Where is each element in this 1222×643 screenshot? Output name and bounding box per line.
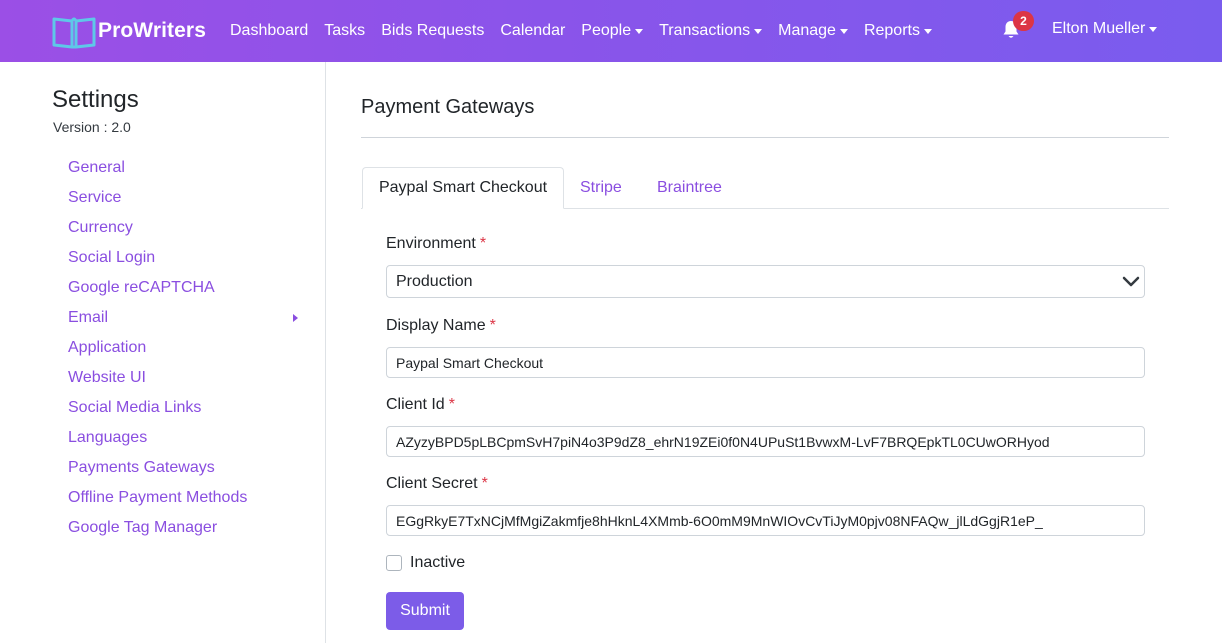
display-name-input[interactable] <box>386 347 1145 378</box>
nav-label: Reports <box>863 22 920 39</box>
caret-down-icon <box>923 29 932 34</box>
sidebar-item-label: Google Tag Manager <box>68 519 218 536</box>
required-asterisk: * <box>489 317 496 334</box>
environment-selected-value: Production <box>396 272 473 290</box>
sidebar-item-label: General <box>68 159 125 176</box>
nav-label: Transactions <box>659 22 751 39</box>
version-label: Version : 2.0 <box>53 119 131 135</box>
sidebar-item-label: Languages <box>68 429 148 446</box>
open-book-icon <box>52 17 96 49</box>
sidebar-title: Settings <box>52 86 139 113</box>
sidebar-item-label: Website UI <box>68 369 146 386</box>
sidebar-item-label: Google reCAPTCHA <box>68 279 215 296</box>
label-text: Client Id <box>386 396 445 413</box>
main-nav: Dashboard Tasks Bids Requests Calendar P… <box>230 0 948 62</box>
inactive-checkbox[interactable] <box>386 555 402 571</box>
client-secret-input[interactable] <box>386 505 1145 536</box>
tab-braintree[interactable]: Braintree <box>657 167 722 209</box>
top-navbar: ProWriters Dashboard Tasks Bids Requests… <box>0 0 1222 62</box>
sidebar-item-label: Email <box>68 309 109 326</box>
nav-label: Calendar <box>500 22 566 39</box>
caret-down-icon <box>635 29 644 34</box>
notification-count-badge: 2 <box>1013 11 1034 31</box>
client-id-input[interactable] <box>386 426 1145 457</box>
sidebar-item-google-tag-manager[interactable]: Google Tag Manager <box>68 508 300 548</box>
sidebar-item-label: Social Login <box>68 249 156 266</box>
label-text: Client Secret <box>386 475 478 492</box>
nav-transactions-dropdown[interactable]: Transactions <box>659 22 763 40</box>
sidebar-item-label: Offline Payment Methods <box>68 489 248 506</box>
nav-label: Bids Requests <box>381 22 485 39</box>
nav-label: People <box>581 22 632 39</box>
caret-down-icon <box>1149 27 1158 32</box>
required-asterisk: * <box>448 396 455 413</box>
sidebar-item-label: Social Media Links <box>68 399 202 416</box>
sidebar-item-label: Currency <box>68 219 133 236</box>
nav-reports-dropdown[interactable]: Reports <box>864 22 932 40</box>
client-secret-label: Client Secret * <box>386 475 488 493</box>
submit-button[interactable]: Submit <box>386 592 464 630</box>
client-id-label: Client Id * <box>386 396 455 414</box>
caret-right-icon <box>293 314 298 322</box>
inactive-checkbox-row[interactable]: Inactive <box>386 554 465 572</box>
divider <box>361 137 1169 138</box>
user-menu-dropdown[interactable]: Elton Mueller <box>1052 20 1158 38</box>
nav-manage-dropdown[interactable]: Manage <box>778 22 848 40</box>
nav-calendar[interactable]: Calendar <box>500 22 565 40</box>
required-asterisk: * <box>481 475 488 492</box>
nav-label: Dashboard <box>230 22 309 39</box>
label-text: Display Name <box>386 317 486 334</box>
tab-paypal-smart-checkout[interactable]: Paypal Smart Checkout <box>362 167 564 209</box>
sidebar-item-label: Service <box>68 189 122 206</box>
caret-down-icon <box>839 29 848 34</box>
required-asterisk: * <box>479 235 487 252</box>
gateway-tabs: Paypal Smart Checkout Stripe Braintree <box>361 167 1169 209</box>
label-text: Environment <box>386 235 476 252</box>
nav-dashboard[interactable]: Dashboard <box>230 22 308 40</box>
nav-label: Manage <box>778 22 836 39</box>
settings-sidebar: Settings Version : 2.0 General Service C… <box>0 62 326 643</box>
display-name-label: Display Name * <box>386 317 496 335</box>
nav-label: Tasks <box>324 22 366 39</box>
nav-tasks[interactable]: Tasks <box>324 22 365 40</box>
inactive-label: Inactive <box>410 554 466 571</box>
nav-people-dropdown[interactable]: People <box>581 22 644 40</box>
brand-logo[interactable]: ProWriters <box>52 13 206 49</box>
chevron-down-icon <box>1122 276 1140 287</box>
sidebar-menu: General Service Currency Social Login Go… <box>68 148 300 548</box>
sidebar-item-label: Payments Gateways <box>68 459 215 476</box>
tab-stripe[interactable]: Stripe <box>580 167 622 209</box>
nav-bids-requests[interactable]: Bids Requests <box>381 22 484 40</box>
sidebar-item-label: Application <box>68 339 147 356</box>
environment-label: Environment * <box>386 235 486 253</box>
brand-name: ProWriters <box>98 19 206 42</box>
caret-down-icon <box>754 29 763 34</box>
page-title: Payment Gateways <box>361 96 535 118</box>
environment-select[interactable]: Production <box>386 265 1145 298</box>
user-name: Elton Mueller <box>1052 20 1146 37</box>
